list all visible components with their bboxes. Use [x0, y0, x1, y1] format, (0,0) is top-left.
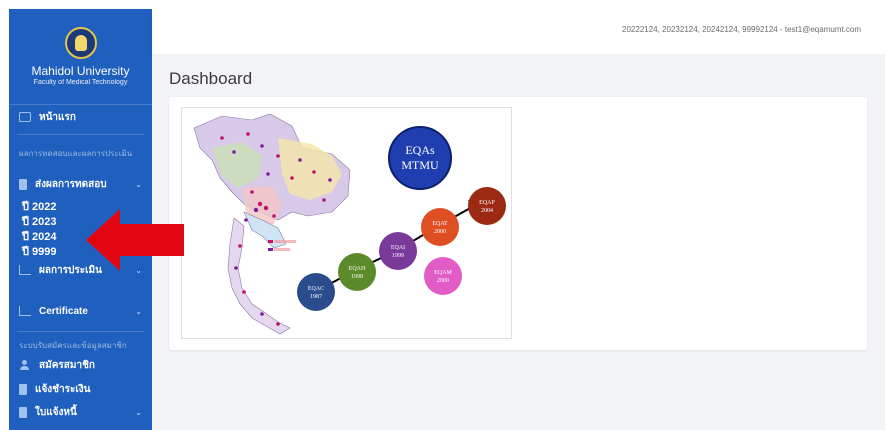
divider: [17, 134, 144, 135]
dashboard-image: EQAs MTMU EQAC 1987 EQAH 1998 EQAI 1999 …: [181, 107, 512, 339]
circle-label: EQAI: [391, 245, 405, 251]
document-icon: [19, 383, 27, 395]
timeline-eqap: EQAP 2004: [468, 187, 506, 225]
circle-label: EQAM: [434, 270, 452, 276]
sidebar-item-label: Certificate: [39, 305, 88, 317]
circle-label: EQAH: [349, 266, 366, 272]
timeline-eqam: EQAM 2000: [424, 257, 462, 295]
red-arrow-annotation: [86, 209, 184, 271]
badge-text: EQAs: [405, 143, 435, 157]
timeline-eqat: EQAT 2000: [421, 208, 459, 246]
section-label-membership: ระบบรับสมัครและข้อมูลสมาชิก: [19, 341, 127, 350]
home-icon: [19, 112, 31, 122]
sidebar-item-label: ส่งผลการทดสอบ: [35, 178, 107, 190]
timeline-eqai: EQAI 1999: [379, 232, 417, 270]
circle-year: 2004: [481, 208, 493, 214]
sidebar-item-label: สมัครสมาชิก: [39, 359, 95, 371]
chevron-down-icon: ⌄: [135, 179, 142, 189]
circle-year: 1999: [392, 253, 404, 259]
sidebar-item-certificate[interactable]: Certificate ⌄: [9, 300, 152, 322]
brand-subtitle: Faculty of Medical Technology: [33, 79, 128, 86]
circle-year: 1998: [351, 274, 363, 280]
brand: Mahidol University Faculty of Medical Te…: [9, 9, 152, 105]
eqas-badge: EQAs MTMU: [388, 126, 452, 190]
timeline-eqah: EQAH 1998: [338, 253, 376, 291]
university-logo: [64, 27, 97, 59]
document-icon: [19, 406, 27, 418]
top-bar: 20222124, 20232124, 20242124, 99992124 -…: [152, 9, 885, 54]
sidebar-item-label: แจ้งชำระเงิน: [35, 383, 91, 395]
sidebar-item-label: ใบแจ้งหนี้: [35, 406, 77, 418]
badge-text: MTMU: [401, 158, 439, 172]
sidebar-subitem-year[interactable]: ปี 9999: [22, 242, 57, 260]
circle-year: 2000: [434, 229, 446, 235]
sidebar-item-register[interactable]: สมัครสมาชิก: [9, 354, 152, 376]
circle-label: EQAC: [308, 286, 324, 292]
sidebar-item-home[interactable]: หน้าแรก: [9, 106, 152, 128]
sidebar-item-invoice[interactable]: ใบแจ้งหนี้ ⌄: [9, 401, 152, 423]
eqa-infographic: EQAs MTMU EQAC 1987 EQAH 1998 EQAI 1999 …: [193, 113, 506, 335]
divider: [17, 331, 144, 332]
page-title: Dashboard: [169, 69, 253, 88]
dashboard-card: EQAs MTMU EQAC 1987 EQAH 1998 EQAI 1999 …: [169, 97, 867, 350]
main-content: Dashboard EQAs MTMU EQAC 1987 EQAH 1998 …: [152, 54, 885, 430]
chevron-down-icon: ⌄: [135, 407, 142, 417]
circle-year: 2000: [437, 278, 449, 284]
sidebar-item-label: หน้าแรก: [39, 111, 76, 123]
chevron-down-icon: ⌄: [135, 306, 142, 316]
user-info[interactable]: 20222124, 20232124, 20242124, 99992124 -…: [622, 25, 861, 34]
chart-icon: [19, 306, 31, 316]
timeline-eqac: EQAC 1987: [297, 273, 335, 311]
circle-year: 1987: [310, 294, 322, 300]
sidebar-item-payment[interactable]: แจ้งชำระเงิน: [9, 378, 152, 400]
circle-label: EQAP: [479, 200, 495, 206]
chart-icon: [19, 265, 31, 275]
user-add-icon: [19, 360, 31, 370]
sidebar-item-submit-results[interactable]: ส่งผลการทดสอบ ⌄: [9, 173, 152, 195]
document-icon: [19, 178, 27, 190]
section-label-results: ผลการทดสอบและผลการประเมิน: [19, 149, 133, 158]
brand-title: Mahidol University: [31, 64, 130, 78]
circle-label: EQAT: [432, 221, 448, 227]
